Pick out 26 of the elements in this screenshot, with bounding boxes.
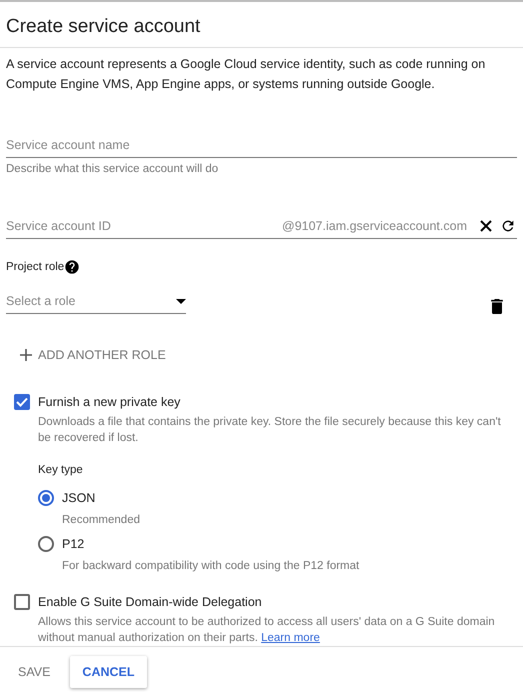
field-label: Project role: [6, 260, 64, 273]
dialog-description: A service account represents a Google Cloud service identity, such as code running on Compute Engine VMS, App Engine apps, or systems running outside Google.: [6, 56, 486, 93]
option-hint: For backward compatibility with code using the P12 format: [62, 560, 360, 572]
helper-text: Describe what this service account will do: [6, 162, 220, 175]
radio-button[interactable]: [38, 536, 54, 552]
plus-icon: [20, 348, 32, 361]
cancel-button[interactable]: CANCEL: [70, 656, 147, 688]
checkbox-label: Furnish a new private key: [38, 394, 182, 410]
trash-icon[interactable]: [491, 298, 503, 314]
domain-suffix: @9107.iam.gserviceaccount.com: [282, 219, 467, 234]
checkbox[interactable]: [14, 594, 30, 610]
checkbox[interactable]: [14, 394, 30, 410]
help-icon[interactable]: [64, 258, 80, 275]
learn-more-link[interactable]: Learn more: [261, 632, 320, 644]
checkbox-label: Enable G Suite Domain-wide Delegation: [38, 594, 263, 610]
dialog-title: Create service account: [0, 2, 523, 48]
radio-label: JSON: [62, 490, 96, 506]
radio-label: P12: [62, 536, 84, 552]
add-role-button[interactable]: ADD ANOTHER ROLE: [16, 344, 170, 366]
caret-icon: [176, 298, 186, 304]
option-description: Downloads a file that contains the private key. Store the file securely because this key can't be recovered if lost.: [38, 414, 502, 446]
field-label: Key type: [38, 464, 84, 476]
radio-button[interactable]: [38, 490, 54, 506]
option-description: Allows this service account to be authorized to access all users' data on a G Suite domain without manual authorization on their parts. Learn more: [38, 614, 496, 646]
option-hint: Recommended: [62, 514, 141, 526]
role-select[interactable]: Select a role: [6, 290, 186, 314]
